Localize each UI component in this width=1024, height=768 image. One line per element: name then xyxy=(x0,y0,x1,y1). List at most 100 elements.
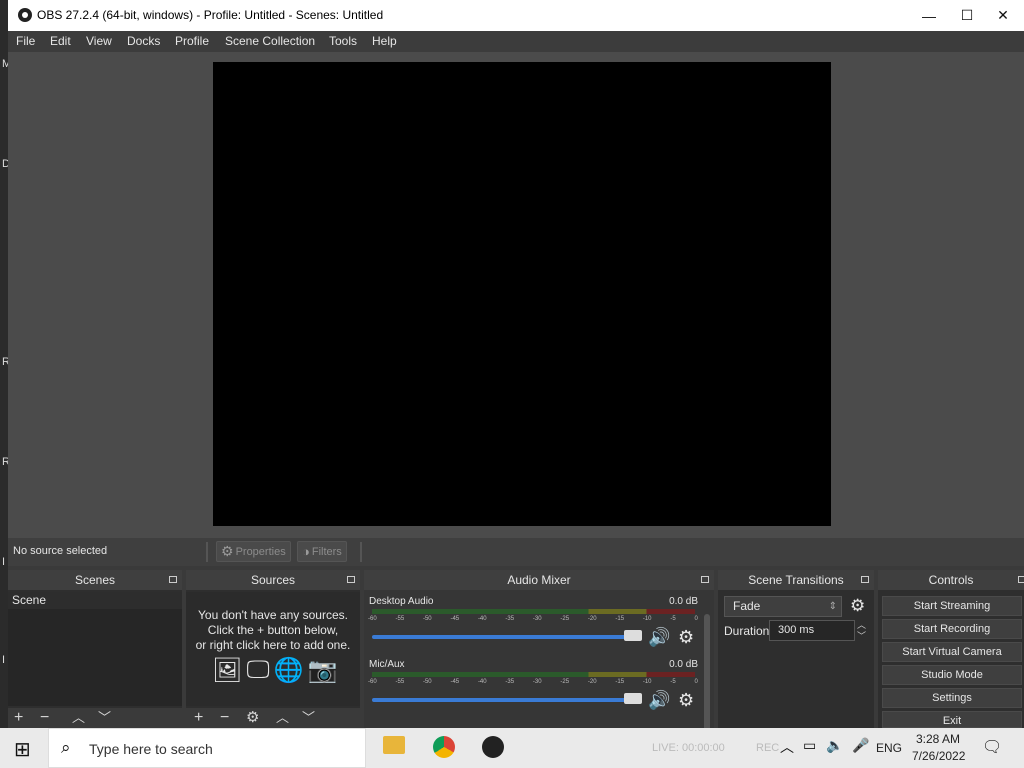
scale-tick: -60 xyxy=(368,616,377,622)
scale-tick: -25 xyxy=(560,616,570,622)
transition-select[interactable]: Fade ⇕ xyxy=(724,596,842,617)
gear-icon: ⚙ xyxy=(221,543,234,559)
scale-tick: -40 xyxy=(477,616,487,622)
scale-tick: 0 xyxy=(694,679,698,685)
close-button[interactable]: ✕ xyxy=(980,0,1024,31)
speaker-icon[interactable]: 🔊 xyxy=(648,690,670,711)
no-source-label: No source selected xyxy=(13,545,108,557)
desktop-strip: M D R R I I xyxy=(0,0,11,728)
mixer-scrollbar[interactable] xyxy=(704,614,710,744)
start-streaming-button[interactable]: Start Streaming xyxy=(882,596,1022,616)
globe-icon: 🌐 xyxy=(273,657,304,684)
desktop-letter: I xyxy=(2,556,6,568)
desktop-letter: I xyxy=(2,654,6,666)
volume-meter xyxy=(372,609,695,614)
gear-icon[interactable]: ⚙ xyxy=(850,596,865,616)
microphone-icon[interactable]: 🎤 xyxy=(852,737,869,754)
search-icon: ⌕ xyxy=(61,738,71,757)
search-placeholder: Type here to search xyxy=(89,741,213,757)
scale-tick: -35 xyxy=(505,679,515,685)
properties-button[interactable]: ⚙ Properties xyxy=(216,541,291,562)
scene-item[interactable]: Scene xyxy=(8,592,182,609)
float-dock-icon[interactable] xyxy=(701,576,709,583)
duration-input[interactable]: 300 ms xyxy=(769,620,855,641)
volume-slider-thumb[interactable] xyxy=(624,693,642,704)
mixer-body: Desktop Audio 0.0 dB -60 -55 -50 -45 -40 -35-… xyxy=(364,590,714,744)
chrome-icon[interactable] xyxy=(433,736,455,758)
gear-icon[interactable]: ⚙ xyxy=(246,709,259,727)
move-up-icon[interactable]: ︿ xyxy=(72,709,85,727)
channel-name: Mic/Aux xyxy=(369,659,405,670)
remove-icon[interactable]: − xyxy=(220,709,229,727)
preview-canvas[interactable] xyxy=(213,62,831,526)
windows-start-icon[interactable]: ⊞ xyxy=(14,737,31,762)
float-dock-icon[interactable] xyxy=(169,576,177,583)
clock-time[interactable]: 3:28 AM xyxy=(916,732,960,746)
gear-icon[interactable]: ⚙ xyxy=(678,627,694,648)
sources-toolbar: + − ⚙ ︿ ﹀ xyxy=(186,708,360,728)
speaker-icon[interactable]: 🔊 xyxy=(648,627,670,648)
scale-tick: -20 xyxy=(587,616,597,622)
preview-area xyxy=(8,52,1024,538)
network-icon[interactable]: ▭ xyxy=(803,737,816,754)
start-virtual-camera-button[interactable]: Start Virtual Camera xyxy=(882,642,1022,662)
filters-button[interactable]: ◑ Filters xyxy=(297,541,347,562)
windows-taskbar: ⊞ ⌕ Type here to search LIVE: 00:00:00 R… xyxy=(0,728,1024,768)
add-icon[interactable]: + xyxy=(194,709,203,727)
settings-button[interactable]: Settings xyxy=(882,688,1022,708)
scene-transitions-dock: Scene Transitions Fade ⇕ ⚙ Duration 300 … xyxy=(718,570,874,728)
title-bar[interactable]: OBS 27.2.4 (64-bit, windows) - Profile: … xyxy=(8,0,1024,31)
scale-tick: -5 xyxy=(670,616,676,622)
menu-view[interactable]: View xyxy=(86,34,112,48)
mixer-channel-mic-aux: Mic/Aux 0.0 dB -60 -55 -50 -45 -40 -35 -30 -25-… xyxy=(368,659,698,719)
mixer-channel-desktop-audio: Desktop Audio 0.0 dB -60 -55 -50 -45 -40 -35-… xyxy=(368,596,698,656)
float-dock-icon[interactable] xyxy=(1018,576,1024,583)
gear-icon[interactable]: ⚙ xyxy=(678,690,694,711)
scale-tick: -55 xyxy=(395,616,405,622)
start-recording-button[interactable]: Start Recording xyxy=(882,619,1022,639)
controls-header: Controls xyxy=(878,570,1024,590)
menu-profile[interactable]: Profile xyxy=(175,34,209,48)
scenes-title: Scenes xyxy=(74,573,116,587)
file-explorer-icon[interactable] xyxy=(383,736,405,754)
scale-tick: -25 xyxy=(560,679,570,685)
spin-down-icon[interactable]: ﹀ xyxy=(857,629,866,642)
move-down-icon[interactable]: ﹀ xyxy=(302,709,315,727)
studio-mode-button[interactable]: Studio Mode xyxy=(882,665,1022,685)
scale-tick: -30 xyxy=(532,679,542,685)
menu-help[interactable]: Help xyxy=(372,34,397,48)
notification-icon[interactable]: 🗨 xyxy=(982,737,1002,757)
divider xyxy=(360,542,362,562)
taskbar-search[interactable]: ⌕ Type here to search xyxy=(48,728,366,768)
sources-empty-message: You don't have any sources. Click the + … xyxy=(186,608,360,653)
move-down-icon[interactable]: ﹀ xyxy=(98,709,111,727)
language-indicator[interactable]: ENG xyxy=(876,741,902,755)
clock-date[interactable]: 7/26/2022 xyxy=(912,749,965,763)
float-dock-icon[interactable] xyxy=(347,576,355,583)
volume-slider[interactable] xyxy=(372,635,640,639)
volume-slider[interactable] xyxy=(372,698,640,702)
menu-bar: File Edit View Docks Profile Scene Colle… xyxy=(8,31,1024,52)
volume-slider-thumb[interactable] xyxy=(624,630,642,641)
menu-tools[interactable]: Tools xyxy=(329,34,357,48)
scale-tick: -35 xyxy=(505,616,515,622)
menu-edit[interactable]: Edit xyxy=(50,34,71,48)
move-up-icon[interactable]: ︿ xyxy=(276,709,289,727)
exit-button[interactable]: Exit xyxy=(882,711,1022,728)
add-icon[interactable]: + xyxy=(14,709,23,727)
menu-docks[interactable]: Docks xyxy=(127,34,160,48)
filter-icon: ◑ xyxy=(302,544,310,559)
sources-header: Sources xyxy=(186,570,360,590)
scene-list[interactable]: Scene xyxy=(8,592,182,706)
float-dock-icon[interactable] xyxy=(861,576,869,583)
volume-icon[interactable]: 🔈 xyxy=(826,737,843,754)
menu-file[interactable]: File xyxy=(16,34,35,48)
obs-taskbar-icon[interactable] xyxy=(482,736,504,758)
divider xyxy=(206,542,208,562)
chevron-up-icon[interactable]: ︿ xyxy=(780,737,794,757)
filters-label: Filters xyxy=(311,545,342,558)
remove-icon[interactable]: − xyxy=(40,709,49,727)
menu-scene-collection[interactable]: Scene Collection xyxy=(225,34,315,48)
source-list[interactable]: You don't have any sources. Click the + … xyxy=(186,592,360,706)
window-title: OBS 27.2.4 (64-bit, windows) - Profile: … xyxy=(37,8,384,22)
